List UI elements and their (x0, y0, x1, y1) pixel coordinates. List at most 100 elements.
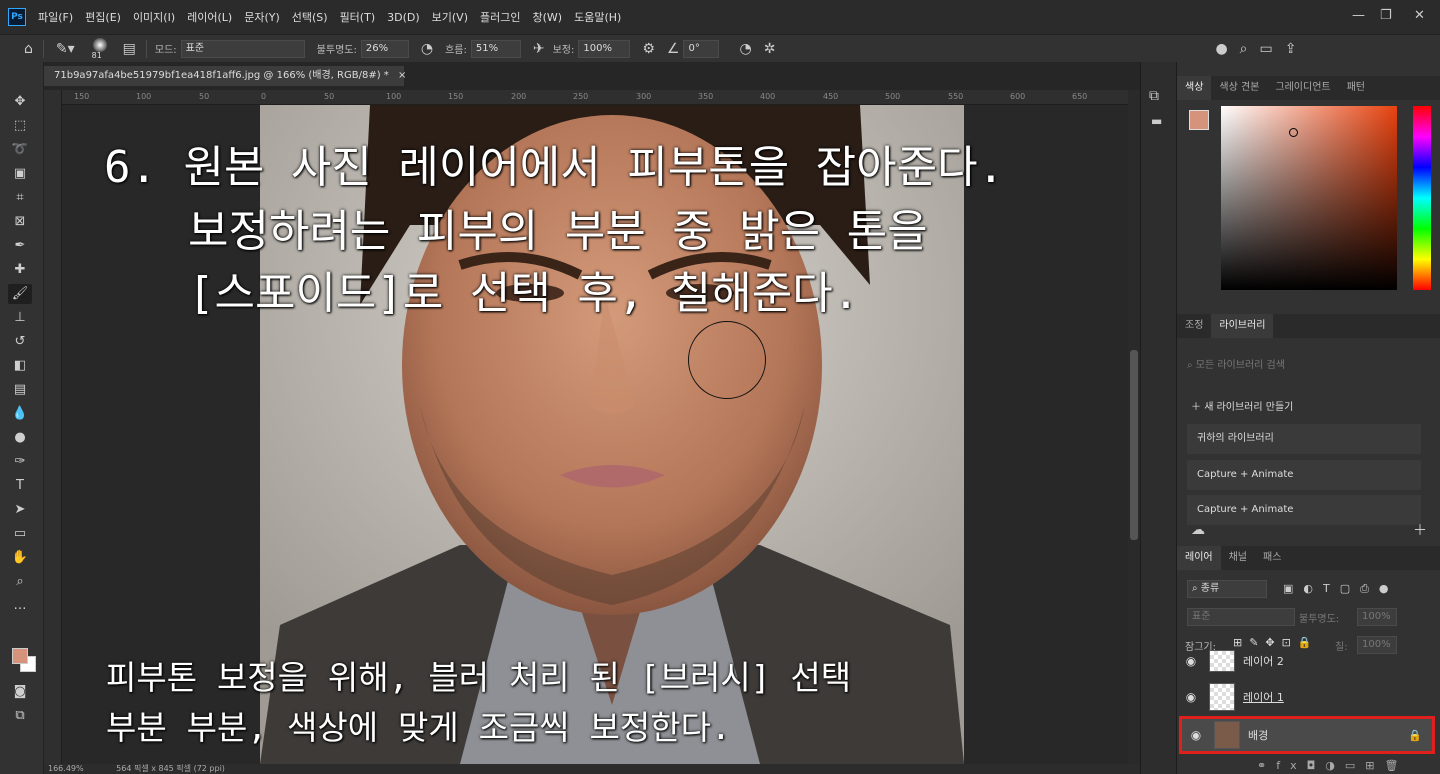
menu-file[interactable]: 파일(F) (38, 9, 73, 25)
rectangle-tool-icon[interactable]: ▭ (8, 524, 32, 544)
eye-icon[interactable]: ◉ (1177, 690, 1205, 704)
hand-tool-icon[interactable]: ✋ (8, 548, 32, 568)
zoom-level[interactable]: 166.49% (48, 764, 84, 773)
quick-mask-icon[interactable]: ◙ (8, 682, 32, 702)
blur-tool-icon[interactable]: 💧 (8, 404, 32, 424)
close-tab-icon[interactable]: × (398, 70, 406, 81)
flow-input[interactable]: 51% (470, 39, 521, 58)
layer-opacity-input[interactable]: 100% (1357, 608, 1397, 626)
gradient-tool-icon[interactable]: ▤ (8, 380, 32, 400)
screen-mode-icon[interactable]: ⧉ (8, 706, 32, 726)
scroll-thumb[interactable] (1130, 350, 1138, 540)
search-icon[interactable]: ⌕ (1240, 41, 1248, 57)
instruction-line-1: 6. 원본 사진 레이어에서 피부톤을 잡아준다. (104, 142, 1005, 193)
symmetry-icon[interactable]: ✲ (764, 41, 776, 57)
tab-channels[interactable]: 채널 (1221, 546, 1255, 570)
tab-color[interactable]: 색상 (1177, 76, 1212, 100)
brush-preset-icon[interactable]: ✎▾ (56, 41, 75, 57)
workspace-icon[interactable]: ▭ (1260, 41, 1273, 57)
layer-row[interactable]: ◉ 레이어 1 (1177, 678, 1440, 716)
tab-swatches[interactable]: 색상 견본 (1211, 76, 1267, 100)
menu-help[interactable]: 도움말(H) (574, 9, 621, 25)
menu-select[interactable]: 선택(S) (292, 9, 328, 25)
mode-select[interactable]: 표준 (180, 39, 305, 58)
gear-icon[interactable]: ⚙ (642, 41, 655, 57)
healing-brush-tool-icon[interactable]: ✚ (8, 260, 32, 280)
brush-cursor (688, 321, 766, 399)
add-icon[interactable]: ＋ (1413, 520, 1427, 540)
tab-gradients[interactable]: 그레이디언트 (1267, 76, 1338, 100)
color-field[interactable] (1221, 106, 1397, 290)
library-item[interactable]: 귀하의 라이브러리 (1187, 424, 1421, 454)
tab-libraries[interactable]: 라이브러리 (1211, 314, 1274, 338)
eyedropper-tool-icon[interactable]: ✒ (8, 236, 32, 256)
close-icon[interactable]: ✕ (1414, 8, 1425, 23)
layer-row-selected[interactable]: ◉ 배경 🔒 (1179, 716, 1435, 754)
library-item[interactable]: Capture + Animate (1187, 460, 1421, 490)
menu-window[interactable]: 창(W) (532, 9, 562, 25)
menu-layer[interactable]: 레이어(L) (187, 9, 232, 25)
blend-mode-select[interactable]: 표준 (1187, 608, 1295, 626)
menu-type[interactable]: 문자(Y) (244, 9, 280, 25)
home-icon[interactable]: ⌂ (24, 41, 33, 57)
angle-input[interactable]: 0° (683, 39, 720, 58)
airbrush-icon[interactable]: ✈ (533, 41, 545, 57)
pen-tool-icon[interactable]: ✑ (8, 452, 32, 472)
crop-tool-icon[interactable]: ⌗ (8, 188, 32, 208)
clone-stamp-tool-icon[interactable]: ⊥ (8, 308, 32, 328)
brush-size-picker[interactable]: 81 (89, 37, 111, 61)
new-library-button[interactable]: ＋ 새 라이브러리 만들기 (1191, 398, 1293, 413)
tab-layers[interactable]: 레이어 (1177, 546, 1221, 570)
foreground-color-swatch[interactable] (12, 648, 28, 664)
menu-edit[interactable]: 편집(E) (85, 9, 121, 25)
frame-tool-icon[interactable]: ⊠ (8, 212, 32, 232)
opacity-input[interactable]: 26% (360, 39, 409, 58)
tab-adjustments[interactable]: 조정 (1177, 314, 1211, 338)
color-picker-marker[interactable] (1289, 128, 1298, 137)
move-tool-icon[interactable]: ✥ (8, 92, 32, 112)
smoothing-input[interactable]: 100% (578, 39, 631, 58)
brush-panel-toggle-icon[interactable]: ▤ (123, 41, 136, 57)
restore-icon[interactable]: ❐ (1380, 8, 1392, 23)
vertical-scrollbar[interactable] (1128, 90, 1140, 764)
user-icon[interactable]: ● (1215, 41, 1227, 57)
zoom-tool-icon[interactable]: ⌕ (8, 572, 32, 592)
layer-kind-filter[interactable]: ⌕ 종류 (1187, 580, 1267, 598)
pressure-opacity-icon[interactable]: ◔ (421, 41, 433, 57)
document-tab[interactable]: 71b9a97afa4be51979bf1ea418f1aff6.jpg @ 1… (44, 66, 406, 86)
menu-view[interactable]: 보기(V) (432, 9, 468, 25)
history-brush-tool-icon[interactable]: ↺ (8, 332, 32, 352)
minimize-icon[interactable]: — (1352, 8, 1365, 23)
hue-slider[interactable] (1413, 106, 1431, 290)
menu-3d[interactable]: 3D(D) (387, 11, 420, 24)
menu-plugins[interactable]: 플러그인 (480, 9, 520, 25)
lasso-tool-icon[interactable]: ➰ (8, 140, 32, 160)
more-tools-icon[interactable]: … (8, 596, 32, 616)
layer-name: 레이어 2 (1243, 655, 1284, 668)
instruction-line-3: [스포이드]로 선택 후, 칠해준다. (188, 268, 860, 319)
brush-tool-icon[interactable]: 🖌 (8, 284, 32, 304)
menu-filter[interactable]: 필터(T) (340, 9, 376, 25)
object-select-tool-icon[interactable]: ▣ (8, 164, 32, 184)
dodge-tool-icon[interactable]: ● (8, 428, 32, 448)
library-item[interactable]: Capture + Animate (1187, 495, 1421, 525)
eraser-tool-icon[interactable]: ◧ (8, 356, 32, 376)
canvas-area[interactable]: 6. 원본 사진 레이어에서 피부톤을 잡아준다. 보정하려는 피부의 부분 중… (62, 105, 1128, 764)
tab-paths[interactable]: 패스 (1255, 546, 1289, 570)
tab-patterns[interactable]: 패턴 (1339, 76, 1373, 100)
path-select-tool-icon[interactable]: ➤ (8, 500, 32, 520)
history-panel-icon[interactable]: ⧉ (1149, 88, 1159, 104)
comments-panel-icon[interactable]: ▬ (1151, 114, 1162, 128)
eye-icon[interactable]: ◉ (1182, 728, 1210, 742)
marquee-tool-icon[interactable]: ⬚ (8, 116, 32, 136)
layer-row[interactable]: ◉ 레이어 2 (1177, 646, 1440, 676)
layer-actions[interactable]: ⚭fx◘◑▭⊞🗑 (1257, 759, 1408, 772)
menu-image[interactable]: 이미지(I) (133, 9, 175, 25)
type-tool-icon[interactable]: T (8, 476, 32, 496)
pressure-size-icon[interactable]: ◔ (739, 41, 751, 57)
layer-filter-icons[interactable]: ▣◐T▢⎙● (1283, 582, 1399, 596)
share-icon[interactable]: ⇪ (1285, 41, 1297, 57)
eye-icon[interactable]: ◉ (1177, 654, 1205, 668)
library-search-input[interactable]: ⌕ 모든 라이브러리 검색 (1187, 356, 1421, 376)
foreground-swatch[interactable] (1189, 110, 1209, 130)
